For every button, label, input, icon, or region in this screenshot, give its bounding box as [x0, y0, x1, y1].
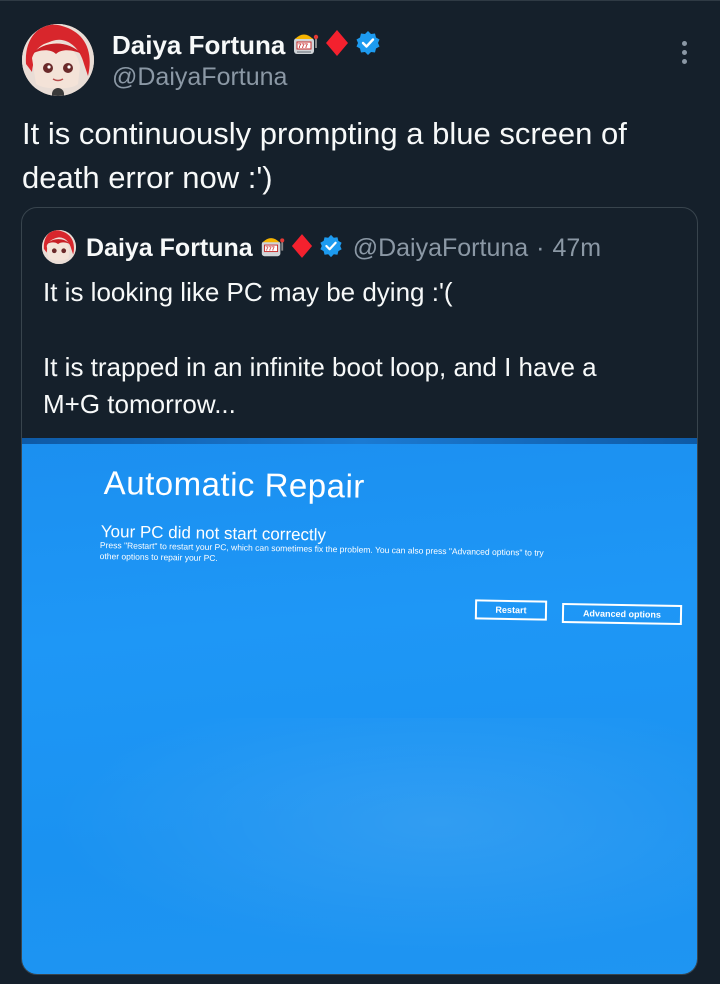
repair-description: Press "Restart" to restart your PC, whic… [100, 540, 680, 572]
restart-button: Restart [474, 599, 548, 621]
quoted-tweet-card[interactable]: Daiya Fortuna 777 @DaiyaFortuna · 47m It… [21, 207, 698, 975]
monitor-bezel [22, 438, 697, 444]
screen-glare [22, 718, 697, 974]
svg-text:777: 777 [265, 246, 274, 252]
diamond-suit-icon [325, 29, 349, 62]
slot-machine-icon: 777 [259, 233, 285, 264]
more-options-icon[interactable] [672, 38, 696, 68]
tweet-text-line: It is continuously prompting a blue scre… [22, 116, 627, 151]
quoted-author-handle: @DaiyaFortuna [352, 233, 529, 262]
repair-title: Automatic Repair [103, 464, 366, 505]
verified-icon [319, 234, 343, 263]
quoted-avatar [42, 230, 76, 264]
author-name-row: Daiya Fortuna 777 [112, 28, 381, 62]
slot-machine-icon: 777 [291, 29, 319, 62]
quoted-text-line: M+G tomorrow... [43, 389, 236, 419]
top-divider [0, 0, 720, 1]
author-name[interactable]: Daiya Fortuna [112, 30, 285, 61]
quoted-tweet-text: It is looking like PC may be dying :'( I… [43, 274, 683, 423]
avatar[interactable] [22, 24, 94, 96]
quoted-author-name: Daiya Fortuna [86, 233, 253, 262]
diamond-suit-icon [291, 233, 313, 264]
tweet-text-line: death error now :') [22, 160, 273, 195]
quoted-text-line: It is trapped in an infinite boot loop, … [43, 352, 597, 382]
quoted-header: Daiya Fortuna 777 @DaiyaFortuna · 47m [86, 230, 601, 266]
author-handle[interactable]: @DaiyaFortuna [112, 63, 287, 92]
svg-text:777: 777 [298, 44, 309, 50]
verified-icon [355, 30, 381, 61]
quoted-separator: · [536, 233, 545, 262]
quoted-timestamp: 47m [552, 233, 602, 262]
tweet-text: It is continuously prompting a blue scre… [22, 112, 702, 200]
tweet-photo[interactable]: Automatic Repair Your PC did not start c… [22, 438, 697, 974]
advanced-options-button: Advanced options [561, 602, 683, 626]
quoted-text-line: It is looking like PC may be dying :'( [43, 277, 453, 307]
